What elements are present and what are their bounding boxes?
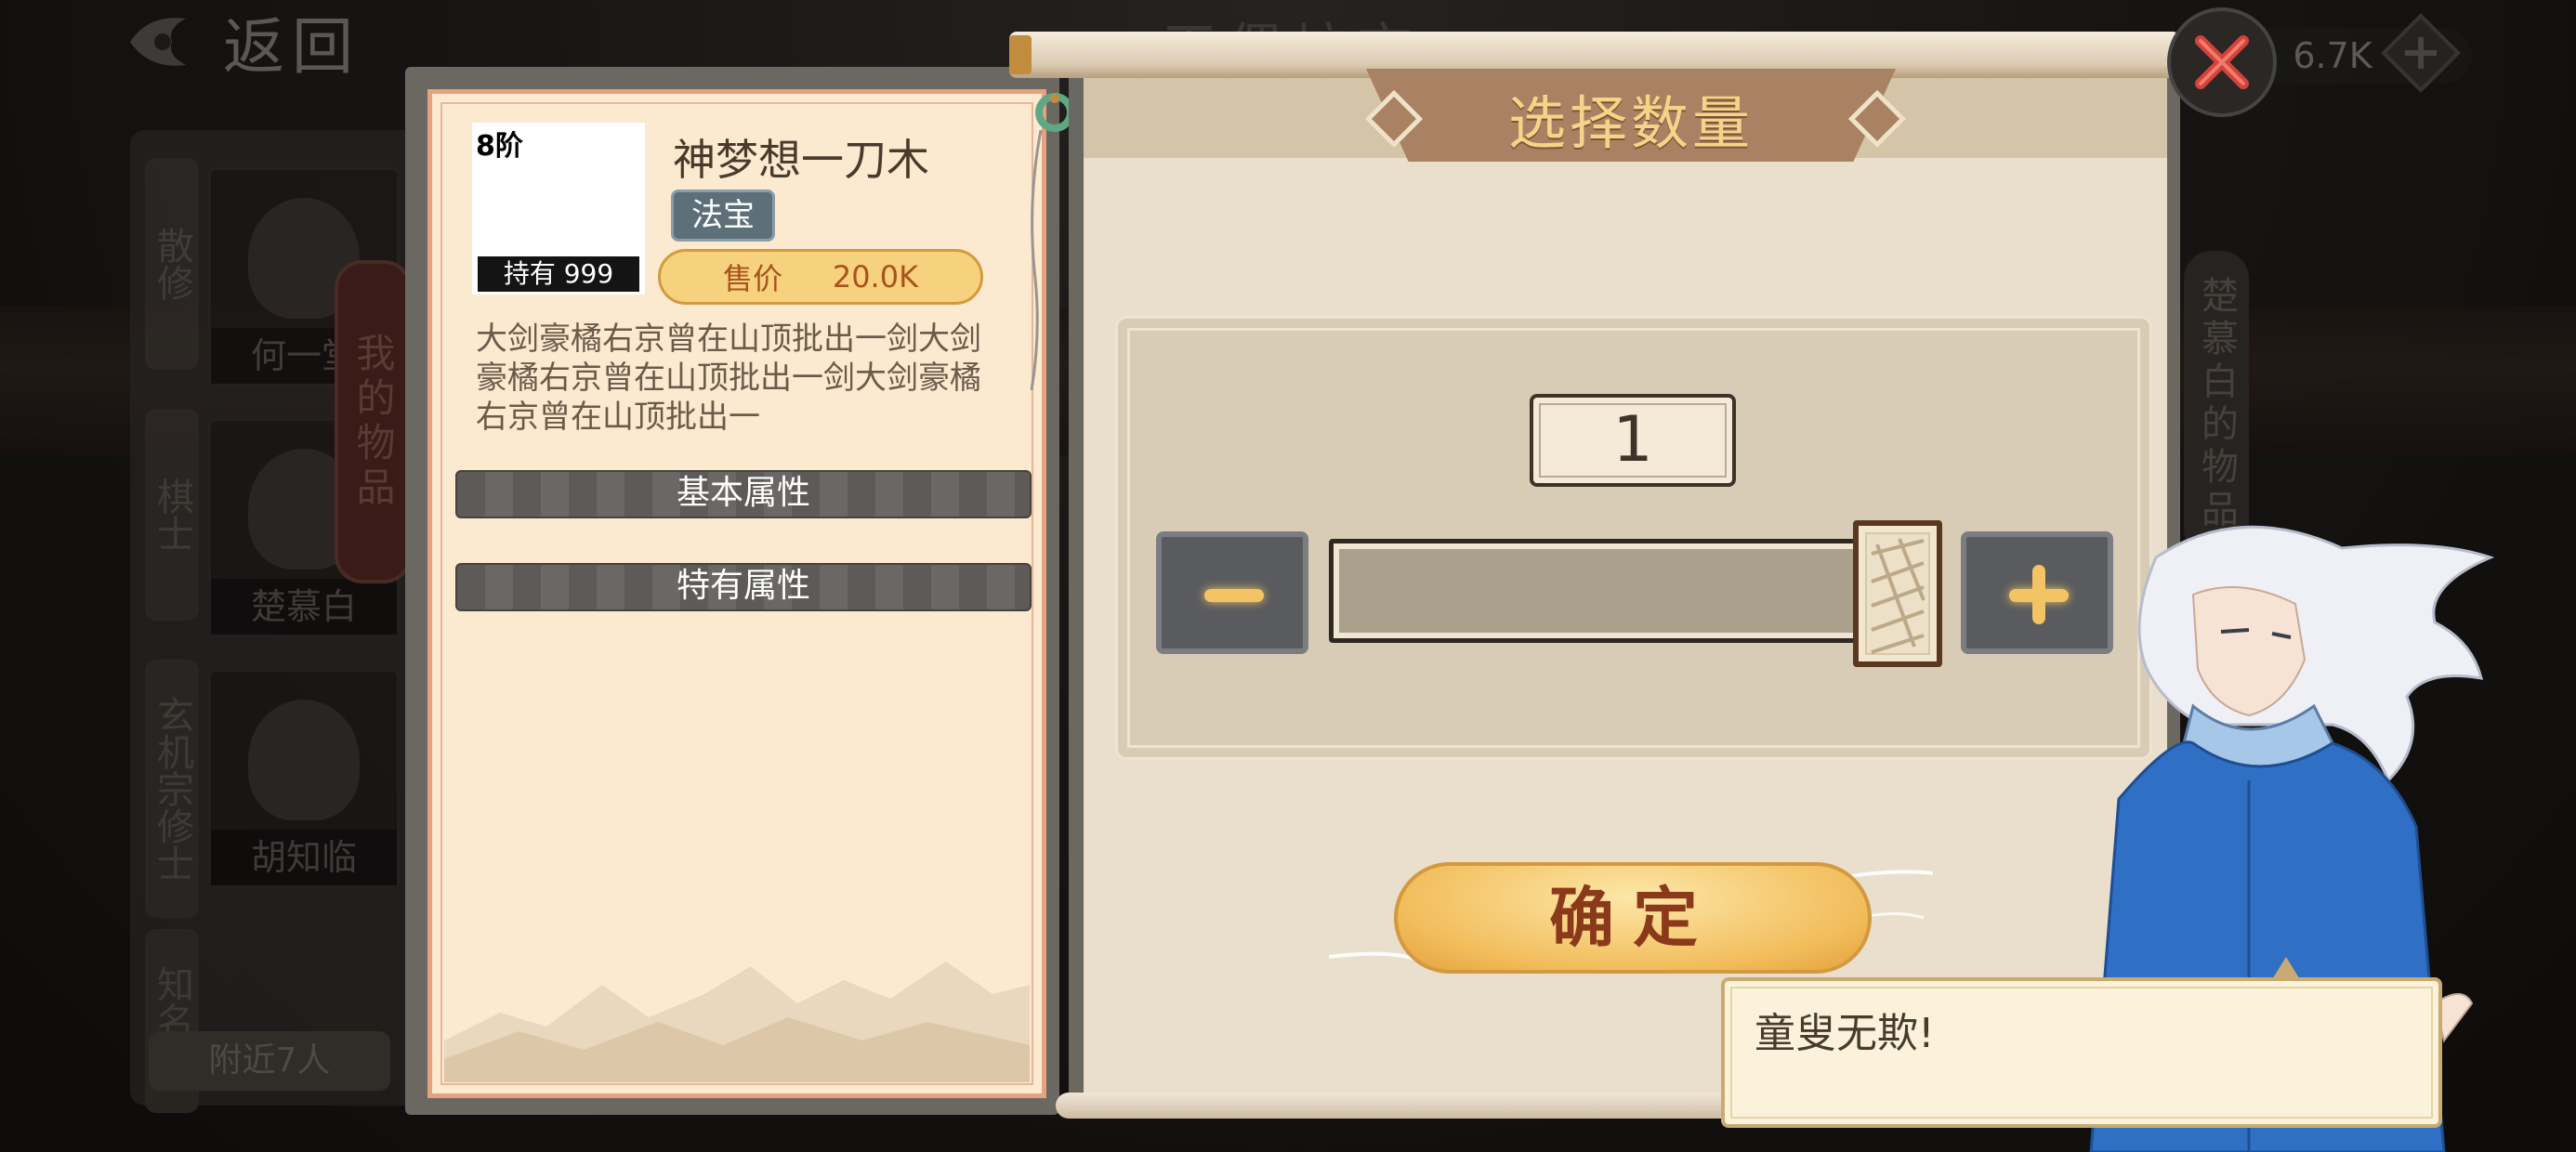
basic-attributes-header[interactable]: 基本属性 (455, 470, 1032, 518)
speech-text: 童叟无欺! (1755, 1010, 1935, 1057)
price-label: 售价 (722, 261, 782, 296)
quantity-slider-handle[interactable] (1853, 520, 1942, 667)
item-owned-count: 持有 999 (478, 256, 639, 292)
price-value: 20.0K (832, 259, 919, 295)
scroll-cord (1030, 130, 1043, 390)
item-description: 大剑豪橘右京曾在山顶批出一剑大剑豪橘右京曾在山顶批出一剑大剑豪橘右京曾在山顶批出… (476, 321, 981, 436)
close-icon (2195, 35, 2249, 89)
mountain-decoration (444, 962, 1030, 1082)
scroll-rod-cap (1009, 35, 1032, 74)
minus-icon (1204, 589, 1264, 602)
quantity-slider-track[interactable] (1329, 539, 1877, 643)
dialog-title: 选择数量 (1507, 89, 1754, 157)
item-name: 神梦想一刀木 (673, 135, 929, 185)
confirm-button[interactable]: 确定 (1394, 862, 1872, 974)
decrease-button[interactable] (1156, 531, 1308, 654)
item-tier-label: 8阶 (476, 130, 523, 163)
item-type-badge: 法宝 (671, 190, 775, 242)
quantity-value[interactable]: 1 (1530, 394, 1736, 487)
price-badge: 售价 20.0K (658, 249, 983, 305)
special-attributes-header[interactable]: 特有属性 (455, 563, 1032, 611)
close-button[interactable] (2167, 7, 2277, 117)
handle-pattern-icon (1865, 532, 1930, 655)
